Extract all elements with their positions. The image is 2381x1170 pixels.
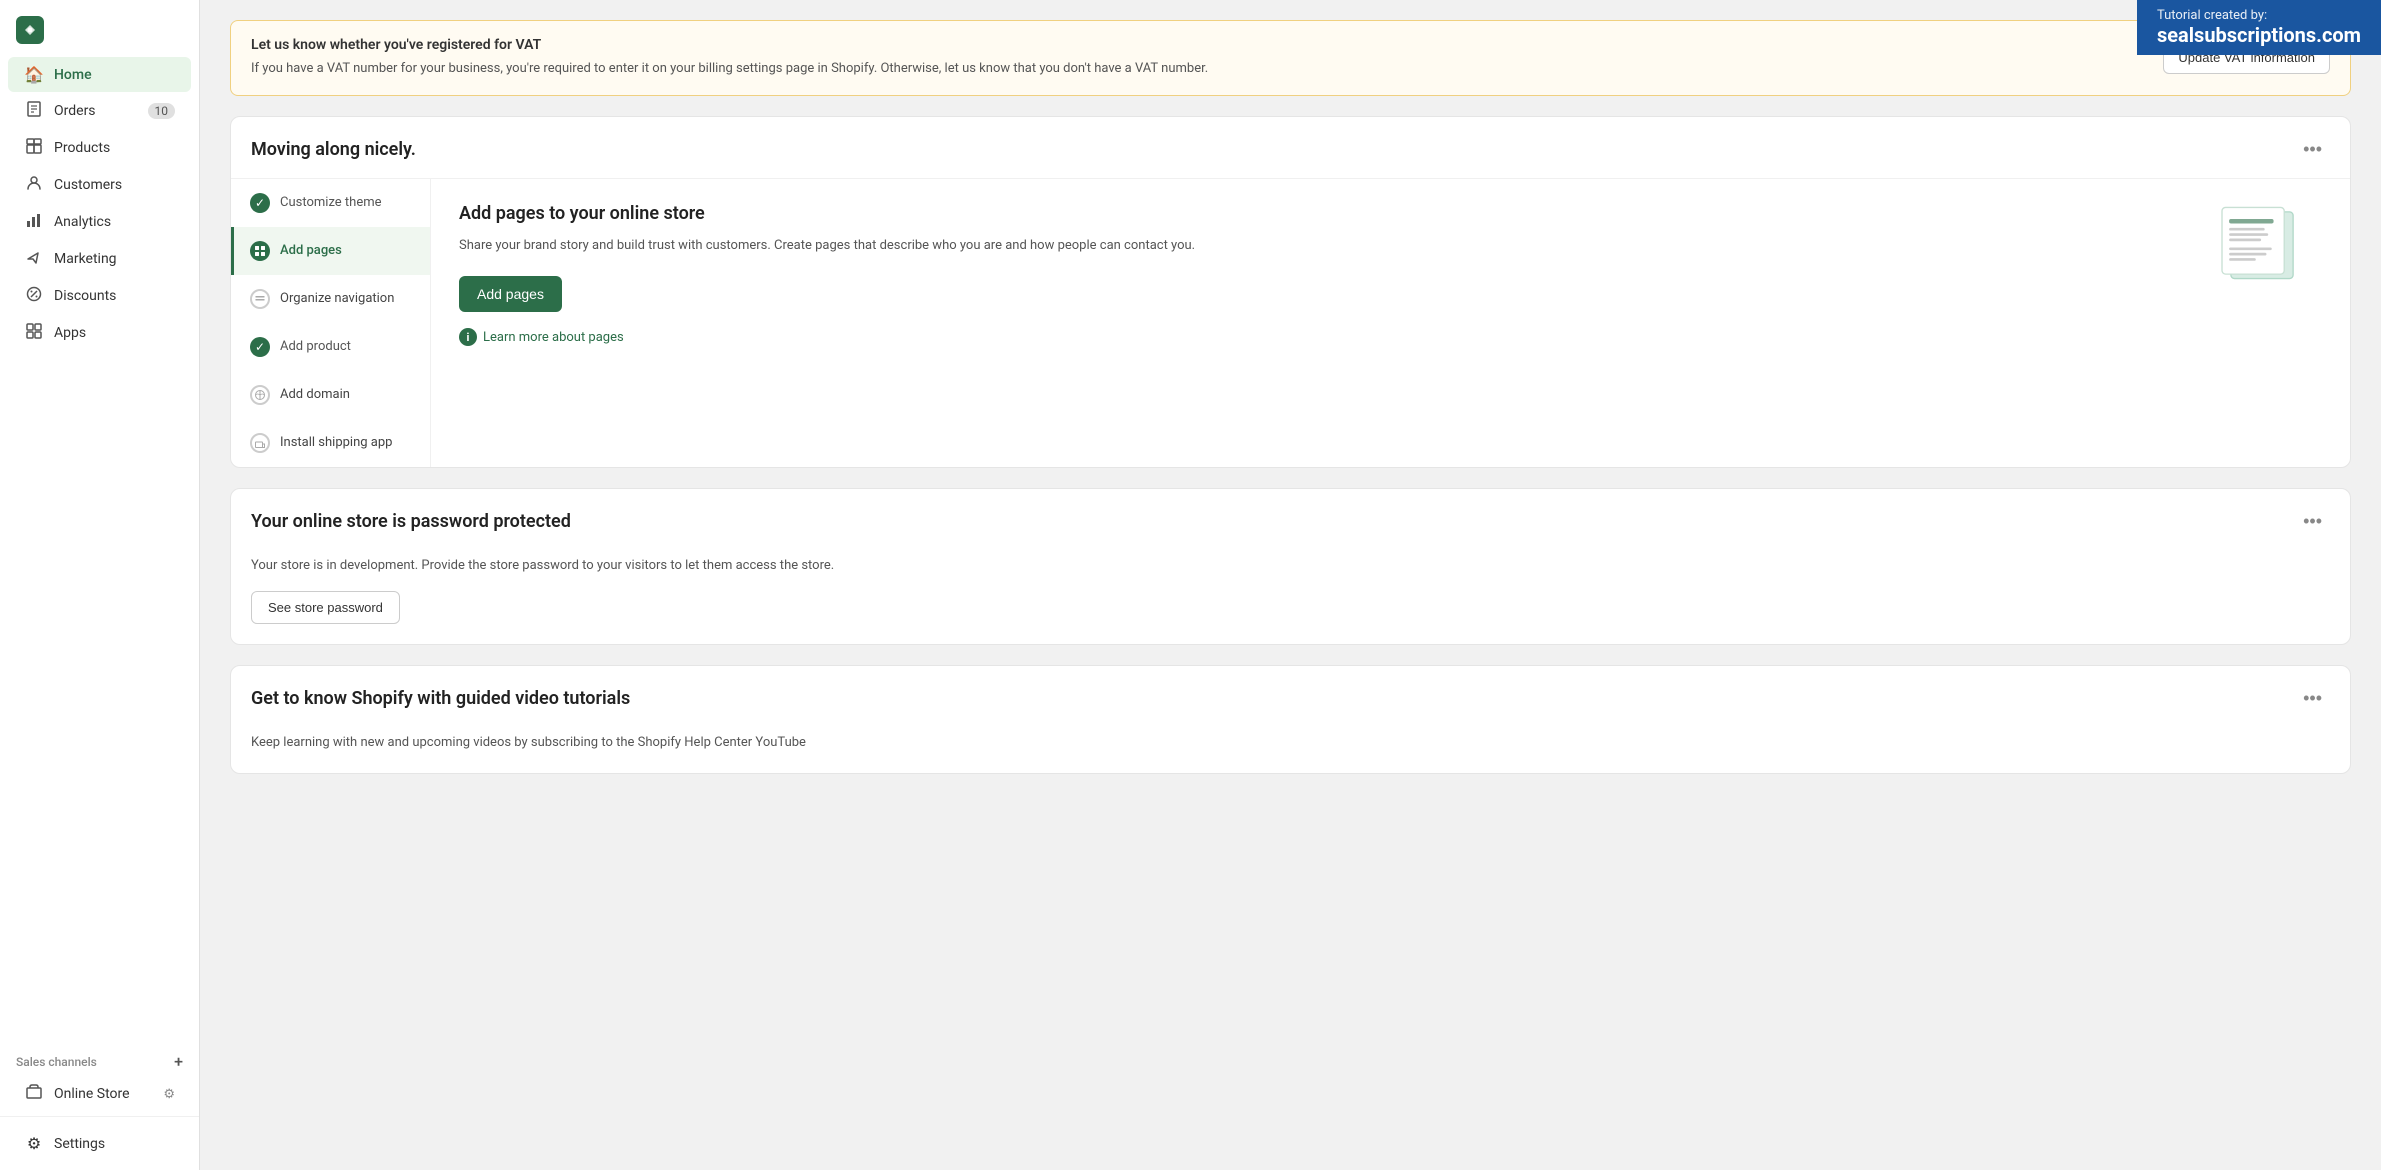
sidebar-item-apps[interactable]: Apps xyxy=(8,315,191,351)
tutorial-created-by-label: Tutorial created by: xyxy=(2157,8,2361,23)
see-store-password-button[interactable]: See store password xyxy=(251,591,400,624)
step-label: Add product xyxy=(280,339,351,354)
sidebar-item-label: Marketing xyxy=(54,251,117,267)
tutorial-card-title: Get to know Shopify with guided video tu… xyxy=(251,688,630,709)
learn-more-label: Learn more about pages xyxy=(483,330,624,345)
marketing-icon xyxy=(24,249,44,269)
step-item-add-domain[interactable]: Add domain xyxy=(231,371,430,419)
online-store-settings-icon[interactable]: ⚙ xyxy=(163,1087,175,1102)
password-card-more-button[interactable]: ••• xyxy=(2295,507,2330,536)
sales-channels-label: Sales channels xyxy=(16,1055,97,1069)
password-card-header: Your online store is password protected … xyxy=(231,489,2350,550)
online-store-icon xyxy=(24,1084,44,1104)
step-content-title: Add pages to your online store xyxy=(459,203,2178,224)
vat-banner-title: Let us know whether you've registered fo… xyxy=(251,37,2147,53)
sidebar-item-discounts[interactable]: Discounts xyxy=(8,278,191,314)
password-card-title: Your online store is password protected xyxy=(251,511,571,532)
sidebar-footer: ⚙ Settings xyxy=(0,1116,199,1170)
sidebar-item-online-store[interactable]: Online Store ⚙ xyxy=(8,1076,191,1112)
step-item-add-pages[interactable]: Add pages xyxy=(231,227,430,275)
pages-illustration xyxy=(2202,203,2322,283)
analytics-icon xyxy=(24,212,44,232)
orders-icon xyxy=(24,101,44,121)
main-content: Let us know whether you've registered fo… xyxy=(200,0,2381,1170)
add-sales-channel-icon[interactable]: + xyxy=(174,1052,183,1071)
sidebar-item-marketing[interactable]: Marketing xyxy=(8,241,191,277)
steps-container: ✓ Customize theme Add pages Organize nav… xyxy=(231,178,2350,467)
sidebar-item-label: Online Store xyxy=(54,1086,130,1102)
password-card-desc: Your store is in development. Provide th… xyxy=(251,556,2330,576)
vat-banner-content: Let us know whether you've registered fo… xyxy=(251,37,2147,79)
learn-more-link[interactable]: i Learn more about pages xyxy=(459,328,2178,346)
orders-badge: 10 xyxy=(148,103,176,119)
step-item-add-product[interactable]: ✓ Add product xyxy=(231,323,430,371)
apps-icon xyxy=(24,323,44,343)
sidebar-item-label: Discounts xyxy=(54,288,116,304)
sidebar-item-label: Analytics xyxy=(54,214,111,230)
home-icon: 🏠 xyxy=(24,65,44,84)
info-icon: i xyxy=(459,328,477,346)
sidebar-item-label: Customers xyxy=(54,177,122,193)
sidebar-item-home[interactable]: 🏠 Home xyxy=(8,57,191,92)
step-content-desc: Share your brand story and build trust w… xyxy=(459,236,2178,257)
step-item-customize-theme[interactable]: ✓ Customize theme xyxy=(231,179,430,227)
step-content-text: Add pages to your online store Share you… xyxy=(459,203,2178,347)
tutorial-card-body: Keep learning with new and upcoming vide… xyxy=(231,727,2350,773)
sidebar-item-customers[interactable]: Customers xyxy=(8,167,191,203)
customers-icon xyxy=(24,175,44,195)
moving-along-title: Moving along nicely. xyxy=(251,139,416,160)
sidebar-item-label: Home xyxy=(54,67,92,83)
step-pending-icon xyxy=(250,289,270,309)
settings-icon: ⚙ xyxy=(24,1134,44,1153)
sidebar-item-label: Orders xyxy=(54,103,96,119)
moving-along-card: Moving along nicely. ••• ✓ Customize the… xyxy=(230,116,2351,468)
moving-along-card-header: Moving along nicely. ••• xyxy=(231,117,2350,178)
step-label: Add pages xyxy=(280,243,342,258)
sidebar-item-label: Apps xyxy=(54,325,86,341)
step-label: Install shipping app xyxy=(280,435,392,450)
vat-banner-desc: If you have a VAT number for your busine… xyxy=(251,59,2147,79)
tutorial-created-banner: Tutorial created by: sealsubscriptions.c… xyxy=(2137,0,2381,55)
vat-banner: Let us know whether you've registered fo… xyxy=(230,20,2351,96)
logo-icon xyxy=(16,16,44,44)
step-item-organize-nav[interactable]: Organize navigation xyxy=(231,275,430,323)
step-item-install-shipping[interactable]: Install shipping app xyxy=(231,419,430,467)
sidebar: 🏠 Home Orders 10 Products Customers xyxy=(0,0,200,1170)
sidebar-item-label: Products xyxy=(54,140,110,156)
tutorial-card-desc: Keep learning with new and upcoming vide… xyxy=(251,733,2330,753)
add-pages-button[interactable]: Add pages xyxy=(459,276,562,312)
password-protected-card: Your online store is password protected … xyxy=(230,488,2351,646)
step-label: Add domain xyxy=(280,387,350,402)
sidebar-item-orders[interactable]: Orders 10 xyxy=(8,93,191,129)
tutorial-banner-brand: sealsubscriptions.com xyxy=(2157,23,2361,47)
sidebar-item-products[interactable]: Products xyxy=(8,130,191,166)
step-label: Customize theme xyxy=(280,195,382,210)
products-icon xyxy=(24,138,44,158)
tutorial-card: Get to know Shopify with guided video tu… xyxy=(230,665,2351,774)
tutorial-card-more-button[interactable]: ••• xyxy=(2295,684,2330,713)
sidebar-item-settings[interactable]: ⚙ Settings xyxy=(8,1126,191,1161)
step-check-icon: ✓ xyxy=(250,193,270,213)
step-pending-icon xyxy=(250,385,270,405)
tutorial-card-header: Get to know Shopify with guided video tu… xyxy=(231,666,2350,727)
moving-along-more-button[interactable]: ••• xyxy=(2295,135,2330,164)
steps-list: ✓ Customize theme Add pages Organize nav… xyxy=(231,179,431,467)
step-content-panel: Add pages to your online store Share you… xyxy=(431,179,2350,467)
step-label: Organize navigation xyxy=(280,291,394,306)
step-pending-icon xyxy=(250,433,270,453)
step-check-icon: ✓ xyxy=(250,337,270,357)
password-card-body: Your store is in development. Provide th… xyxy=(231,550,2350,645)
main-nav: 🏠 Home Orders 10 Products Customers xyxy=(0,52,199,1044)
step-active-icon xyxy=(250,241,270,261)
logo-area xyxy=(0,0,199,52)
sidebar-item-analytics[interactable]: Analytics xyxy=(8,204,191,240)
sidebar-item-label: Settings xyxy=(54,1136,105,1152)
discounts-icon xyxy=(24,286,44,306)
sales-channels-section: Sales channels + xyxy=(0,1044,199,1075)
